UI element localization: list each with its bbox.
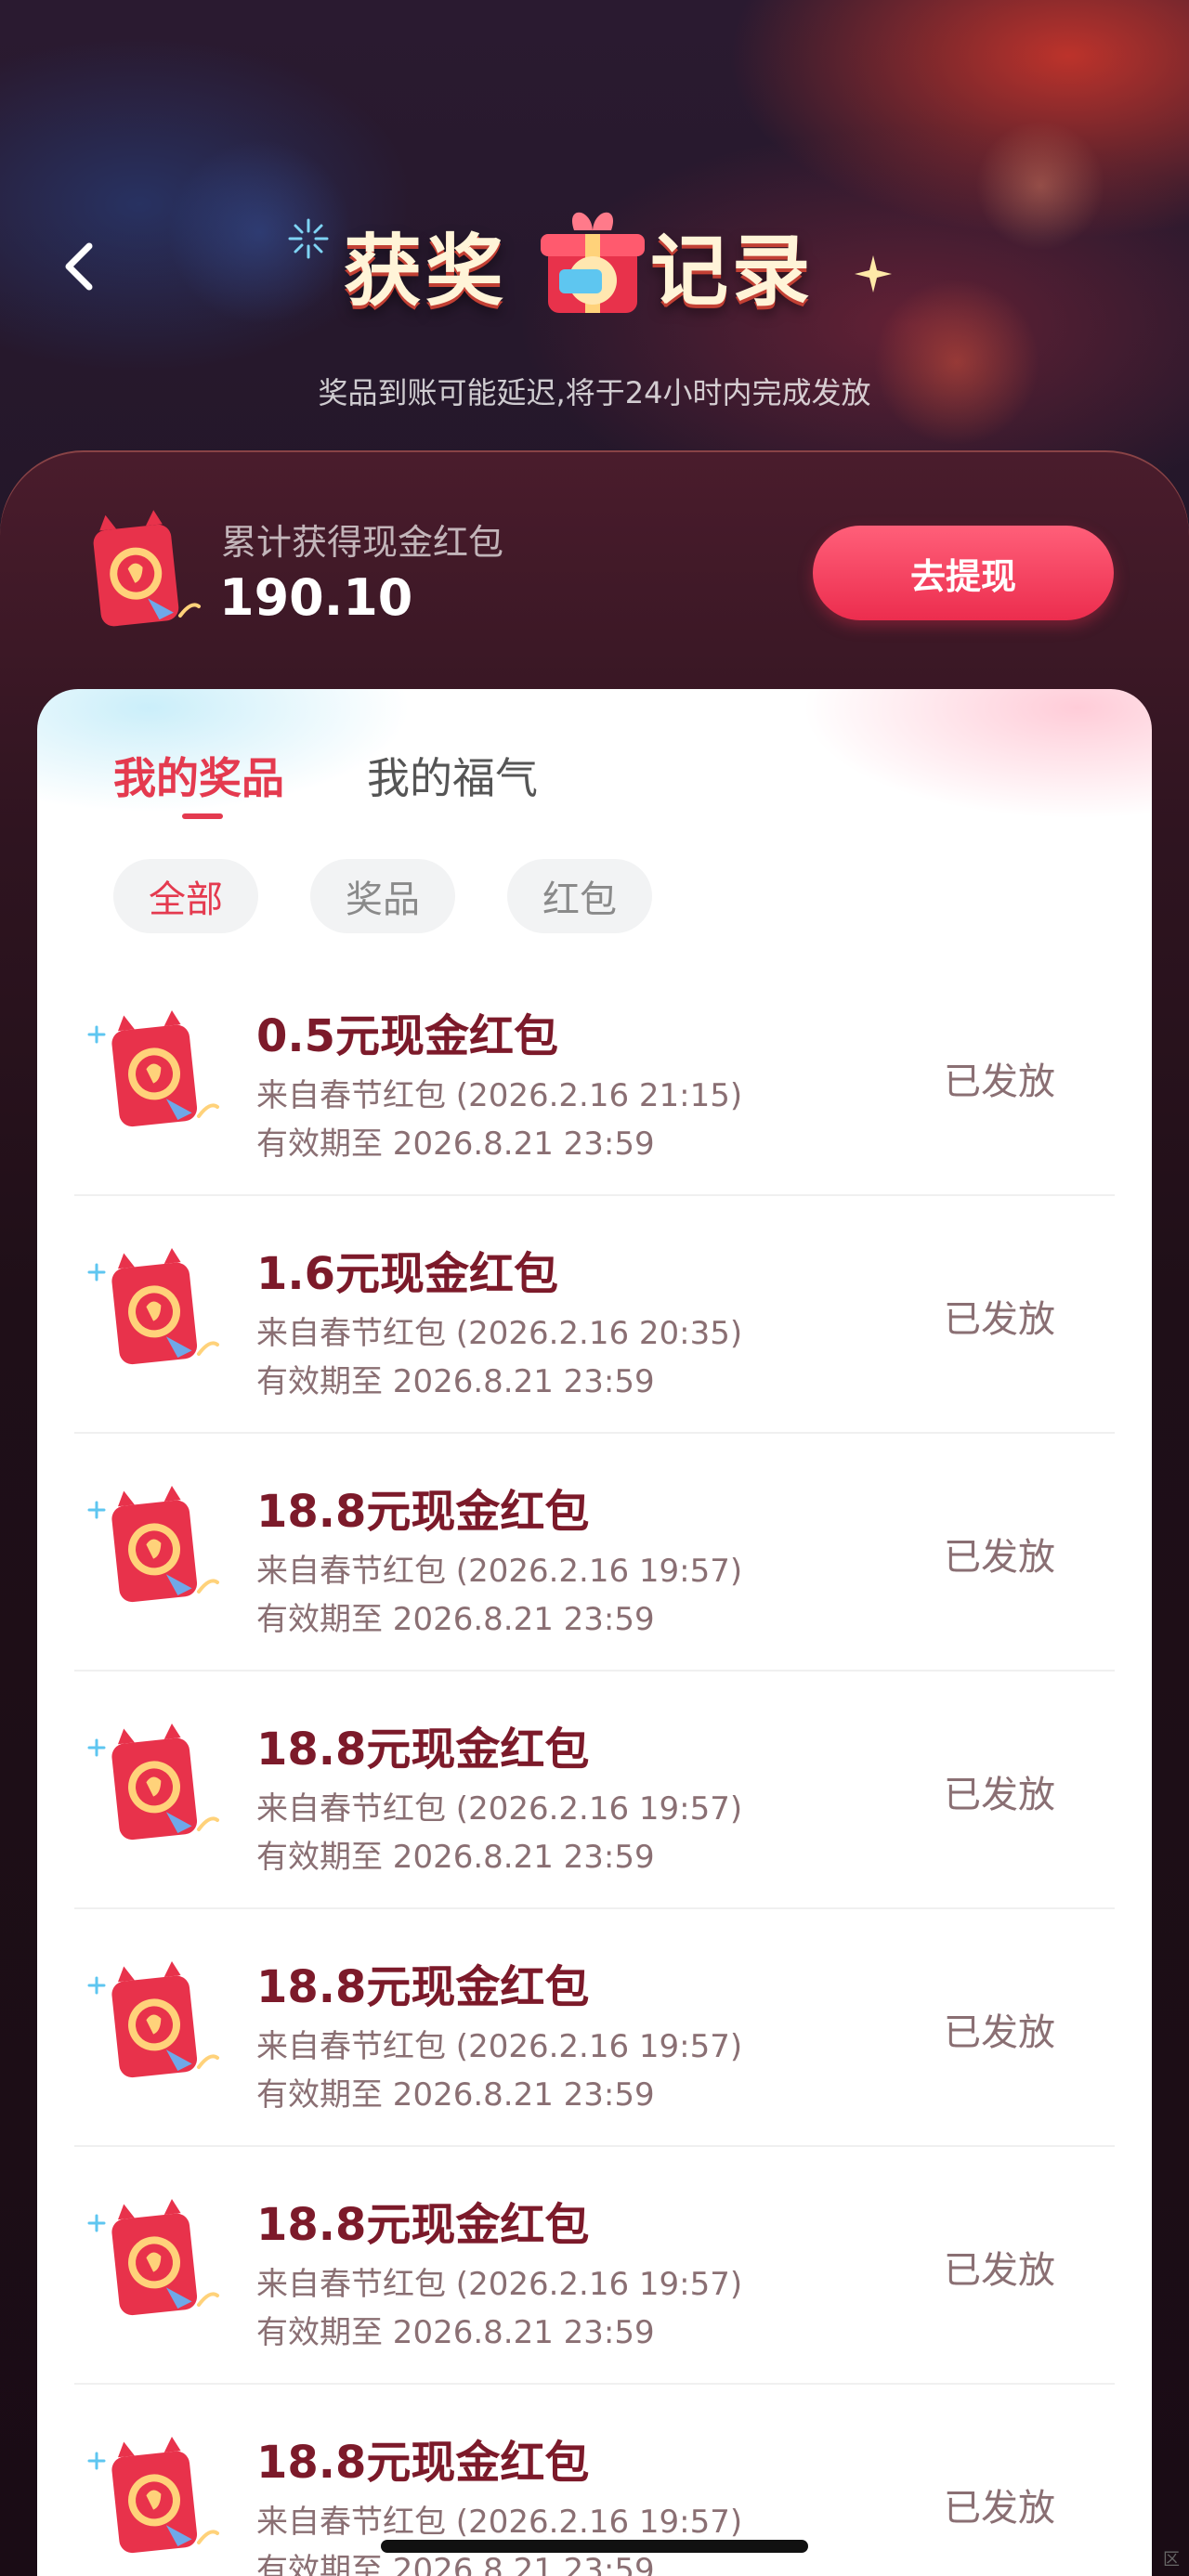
chevron-left-icon bbox=[65, 242, 93, 291]
gift-box-icon bbox=[541, 212, 645, 313]
record-status: 已发放 bbox=[944, 2487, 1055, 2530]
red-envelope-icon bbox=[87, 1486, 219, 1603]
filter-chip-all[interactable]: 全部 bbox=[113, 859, 258, 933]
red-envelope-icon bbox=[87, 2437, 219, 2554]
record-status: 已发放 bbox=[944, 2249, 1055, 2292]
record-source: 来自春节红包 (2026.2.16 19:57) bbox=[256, 2504, 743, 2541]
red-envelope-icon bbox=[87, 1010, 219, 1127]
record-title: 18.8元现金红包 bbox=[256, 1724, 590, 1776]
record-source: 来自春节红包 (2026.2.16 19:57) bbox=[256, 1790, 743, 1828]
record-expiry: 有效期至 2026.8.21 23:59 bbox=[256, 2076, 655, 2114]
record-title: 18.8元现金红包 bbox=[256, 2437, 590, 2489]
red-envelope-icon bbox=[87, 1961, 219, 2078]
records-card: 我的奖品 我的福气 全部 奖品 红包 0.5元现金红包 来自春节红包 (2026… bbox=[37, 689, 1152, 2576]
record-expiry: 有效期至 2026.8.21 23:59 bbox=[256, 1601, 655, 1638]
record-row[interactable]: 18.8元现金红包 来自春节红包 (2026.2.16 19:57) 有效期至 … bbox=[74, 2147, 1115, 2385]
record-status: 已发放 bbox=[944, 1774, 1055, 1816]
page-title-part2: 记录 bbox=[650, 226, 815, 317]
record-row[interactable]: 18.8元现金红包 来自春节红包 (2026.2.16 19:57) 有效期至 … bbox=[74, 1672, 1115, 1909]
red-envelope-icon bbox=[87, 1248, 219, 1365]
record-source: 来自春节红包 (2026.2.16 21:15) bbox=[256, 1077, 743, 1114]
record-expiry: 有效期至 2026.8.21 23:59 bbox=[256, 1839, 655, 1876]
record-status: 已发放 bbox=[944, 1060, 1055, 1103]
record-status: 已发放 bbox=[944, 1298, 1055, 1341]
record-row[interactable]: 0.5元现金红包 来自春节红包 (2026.2.16 21:15) 有效期至 2… bbox=[74, 958, 1115, 1196]
summary-label: 累计获得现金红包 bbox=[221, 522, 504, 563]
sparkle-icon bbox=[288, 218, 329, 259]
red-envelope-icon bbox=[87, 2199, 219, 2316]
record-row[interactable]: 18.8元现金红包 来自春节红包 (2026.2.16 19:57) 有效期至 … bbox=[74, 1434, 1115, 1672]
home-indicator bbox=[381, 2540, 808, 2553]
record-source: 来自春节红包 (2026.2.16 20:35) bbox=[256, 1315, 743, 1352]
filter-chip-prizes[interactable]: 奖品 bbox=[310, 859, 455, 933]
withdraw-button[interactable]: 去提现 bbox=[813, 526, 1114, 620]
record-expiry: 有效期至 2026.8.21 23:59 bbox=[256, 1363, 655, 1400]
record-source: 来自春节红包 (2026.2.16 19:57) bbox=[256, 1553, 743, 1590]
filter-chip-red-packets[interactable]: 红包 bbox=[507, 859, 652, 933]
record-expiry: 有效期至 2026.8.21 23:59 bbox=[256, 2314, 655, 2351]
corner-character: 区 bbox=[1163, 2550, 1180, 2569]
tab-my-prizes[interactable]: 我的奖品 bbox=[113, 745, 284, 806]
red-envelope-icon bbox=[93, 510, 201, 627]
record-title: 18.8元现金红包 bbox=[256, 2199, 590, 2251]
page-title: 获奖 记录 bbox=[279, 190, 910, 330]
record-status: 已发放 bbox=[944, 2011, 1055, 2054]
sparkle-icon bbox=[855, 255, 892, 293]
record-row[interactable]: 18.8元现金红包 来自春节红包 (2026.2.16 19:57) 有效期至 … bbox=[74, 1909, 1115, 2147]
record-expiry: 有效期至 2026.8.21 23:59 bbox=[256, 1125, 655, 1163]
record-title: 18.8元现金红包 bbox=[256, 1961, 590, 2013]
red-envelope-icon bbox=[87, 1724, 219, 1841]
active-tab-indicator bbox=[182, 813, 223, 819]
record-title: 1.6元现金红包 bbox=[256, 1248, 559, 1300]
back-button[interactable] bbox=[56, 237, 100, 296]
page-title-part1: 获奖 bbox=[344, 226, 508, 317]
summary-value: 190.10 bbox=[219, 568, 413, 627]
record-title: 0.5元现金红包 bbox=[256, 1010, 559, 1062]
delay-notice: 奖品到账可能延迟,将于24小时内完成发放 bbox=[318, 375, 871, 410]
record-source: 来自春节红包 (2026.2.16 19:57) bbox=[256, 2028, 743, 2065]
record-status: 已发放 bbox=[944, 1536, 1055, 1579]
firework-decoration bbox=[975, 121, 1105, 251]
record-row[interactable]: 1.6元现金红包 来自春节红包 (2026.2.16 20:35) 有效期至 2… bbox=[74, 1196, 1115, 1434]
tab-my-fortune[interactable]: 我的福气 bbox=[367, 745, 538, 806]
record-source: 来自春节红包 (2026.2.16 19:57) bbox=[256, 2266, 743, 2303]
record-title: 18.8元现金红包 bbox=[256, 1486, 590, 1538]
